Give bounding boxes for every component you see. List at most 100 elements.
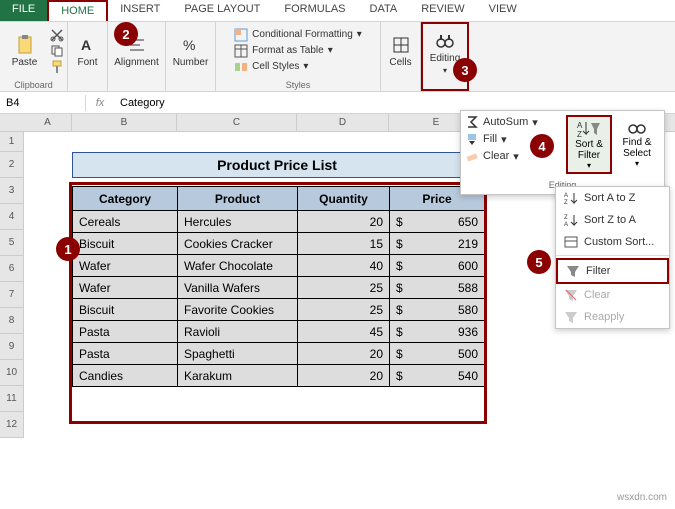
row-header[interactable]: 7 [0, 282, 24, 308]
cell[interactable]: 45 [298, 321, 390, 343]
clear-filter-item: Clear [556, 284, 669, 306]
svg-text:Z: Z [564, 215, 568, 221]
watermark: wsxdn.com [617, 492, 667, 503]
cell-styles-button[interactable]: Cell Styles ▾ [234, 60, 362, 74]
conditional-formatting-button[interactable]: Conditional Formatting ▾ [234, 28, 362, 42]
paste-button[interactable]: Paste [4, 24, 46, 78]
row-header[interactable]: 4 [0, 204, 24, 230]
row-header[interactable]: 3 [0, 178, 24, 204]
row-header[interactable]: 11 [0, 386, 24, 412]
sort-filter-button[interactable]: AZ Sort & Filter▾ [566, 115, 612, 174]
tab-view[interactable]: VIEW [477, 0, 529, 21]
cell[interactable]: $650 [390, 211, 485, 233]
number-button[interactable]: %Number [170, 24, 212, 78]
cell[interactable]: 25 [298, 299, 390, 321]
sort-za-icon: ZA [564, 213, 578, 227]
cell[interactable]: $219 [390, 233, 485, 255]
row-header[interactable]: 10 [0, 360, 24, 386]
cell[interactable]: Candies [73, 365, 178, 387]
cell[interactable]: Wafer [73, 255, 178, 277]
cell[interactable]: $580 [390, 299, 485, 321]
cell[interactable]: Favorite Cookies [178, 299, 298, 321]
editing-dropdown: AutoSum ▾ Fill ▾ Clear ▾ AZ Sort & Filte… [460, 110, 665, 195]
callout-5: 5 [527, 250, 551, 274]
row-header[interactable]: 9 [0, 334, 24, 360]
format-as-table-button[interactable]: Format as Table ▾ [234, 44, 362, 58]
format-painter-icon[interactable] [50, 60, 64, 74]
formula-bar[interactable]: Category [114, 95, 675, 111]
cell[interactable]: Vanilla Wafers [178, 277, 298, 299]
clear-filter-icon [564, 288, 578, 302]
tab-pagelayout[interactable]: PAGE LAYOUT [172, 0, 272, 21]
row-header[interactable]: 12 [0, 412, 24, 438]
tab-insert[interactable]: INSERT [108, 0, 172, 21]
cell[interactable]: $500 [390, 343, 485, 365]
cell[interactable]: Biscuit [73, 299, 178, 321]
sort-a-z-item[interactable]: AZSort A to Z [556, 187, 669, 209]
cell[interactable]: Spaghetti [178, 343, 298, 365]
binoculars-icon [435, 31, 455, 51]
row-header[interactable]: 8 [0, 308, 24, 334]
cell[interactable]: 40 [298, 255, 390, 277]
sort-az-label: Sort A to Z [584, 192, 635, 204]
cell[interactable]: Wafer [73, 277, 178, 299]
col-header-b[interactable]: B [72, 114, 177, 131]
cell[interactable]: 20 [298, 343, 390, 365]
col-header-d[interactable]: D [297, 114, 389, 131]
custom-sort-item[interactable]: Custom Sort... [556, 231, 669, 253]
cell-styles-icon [234, 60, 248, 74]
filter-label: Filter [586, 265, 610, 277]
cell[interactable]: Karakum [178, 365, 298, 387]
cell[interactable]: Ravioli [178, 321, 298, 343]
col-header-a[interactable]: A [24, 114, 72, 131]
row-header[interactable]: 6 [0, 256, 24, 282]
svg-text:Z: Z [564, 200, 568, 205]
header-category[interactable]: Category [73, 187, 178, 211]
cell[interactable]: $936 [390, 321, 485, 343]
cell[interactable]: Hercules [178, 211, 298, 233]
svg-text:Z: Z [577, 130, 582, 139]
ribbon-tabs: FILE HOME INSERT PAGE LAYOUT FORMULAS DA… [0, 0, 675, 22]
cell[interactable]: Pasta [73, 321, 178, 343]
cell[interactable]: 15 [298, 233, 390, 255]
cell[interactable]: Wafer Chocolate [178, 255, 298, 277]
cells-button[interactable]: Cells [380, 24, 422, 78]
cell[interactable]: 20 [298, 365, 390, 387]
sort-z-a-item[interactable]: ZASort Z to A [556, 209, 669, 231]
fx-label[interactable]: fx [86, 97, 114, 109]
row-header[interactable]: 1 [0, 132, 24, 152]
cell[interactable]: Cereals [73, 211, 178, 233]
cell[interactable]: $600 [390, 255, 485, 277]
cell[interactable]: 20 [298, 211, 390, 233]
font-button[interactable]: AFont [67, 24, 109, 78]
find-select-button[interactable]: Find & Select▾ [614, 115, 660, 174]
cell[interactable]: 25 [298, 277, 390, 299]
fat-label: Format as Table [252, 45, 324, 56]
tab-review[interactable]: REVIEW [409, 0, 476, 21]
autosum-button[interactable]: AutoSum ▾ [465, 115, 562, 129]
cell[interactable]: Cookies Cracker [178, 233, 298, 255]
name-box[interactable]: B4 [0, 95, 86, 111]
filter-item[interactable]: Filter [556, 258, 669, 284]
row-header[interactable]: 2 [0, 152, 24, 178]
cell[interactable]: $588 [390, 277, 485, 299]
cell[interactable]: Biscuit [73, 233, 178, 255]
autosum-label: AutoSum [483, 116, 528, 128]
cut-icon[interactable] [50, 28, 64, 42]
cell[interactable]: Pasta [73, 343, 178, 365]
copy-icon[interactable] [50, 44, 64, 58]
header-product[interactable]: Product [178, 187, 298, 211]
cf-label: Conditional Formatting [252, 29, 353, 40]
row-header[interactable]: 5 [0, 230, 24, 256]
svg-text:A: A [577, 121, 583, 130]
cond-format-icon [234, 28, 248, 42]
cell[interactable]: $540 [390, 365, 485, 387]
find-icon [627, 117, 647, 137]
title-cell[interactable]: Product Price List [72, 152, 482, 178]
col-header-c[interactable]: C [177, 114, 297, 131]
tab-formulas[interactable]: FORMULAS [272, 0, 357, 21]
tab-home[interactable]: HOME [47, 0, 108, 21]
tab-file[interactable]: FILE [0, 0, 47, 21]
tab-data[interactable]: DATA [358, 0, 410, 21]
header-quantity[interactable]: Quantity [298, 187, 390, 211]
